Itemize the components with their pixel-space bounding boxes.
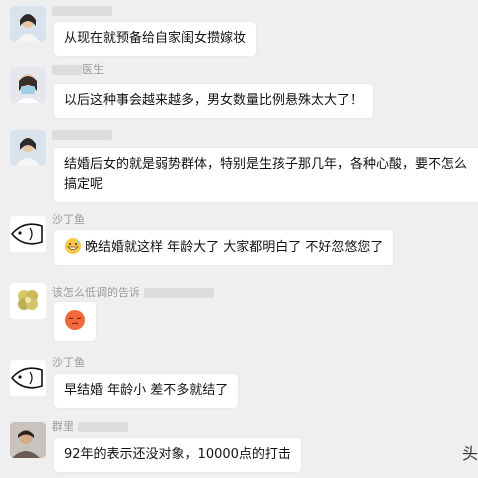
grinning-sweat-emoji bbox=[64, 237, 82, 255]
sender-name bbox=[52, 4, 112, 17]
message-bubble[interactable]: 以后这种事会越来越多，男女数量比例悬殊太大了！ bbox=[54, 84, 374, 118]
sender-name: 医生 bbox=[52, 61, 104, 77]
message-bubble[interactable]: 早结婚 年龄小 差不多就结了 bbox=[54, 374, 239, 408]
sender-name: 该怎么低调的告诉 bbox=[52, 284, 214, 300]
message-bubble[interactable]: 92年的表示还没对象，10000点的打击 bbox=[54, 438, 301, 472]
message-bubble[interactable]: 结婚后女的就是弱势群体，特别是生孩子那几年，各种心酸，要不怎么 搞定呢 bbox=[54, 148, 478, 202]
sender-name: 群里 bbox=[52, 418, 128, 434]
message-bubble[interactable]: 晚结婚就这样 年龄大了 大家都明白了 不好忽悠您了 bbox=[54, 230, 394, 265]
avatar[interactable] bbox=[10, 6, 46, 42]
sender-name: 沙丁鱼 bbox=[52, 356, 85, 369]
sender-name: 沙丁鱼 bbox=[52, 213, 85, 226]
avatar[interactable] bbox=[10, 283, 46, 319]
avatar[interactable] bbox=[10, 422, 46, 458]
avatar[interactable] bbox=[10, 360, 46, 396]
watermark: 头 bbox=[461, 444, 478, 463]
message-bubble[interactable] bbox=[54, 302, 96, 341]
message-bubble[interactable]: 从现在就预备给自家闺女攒嫁妆 bbox=[54, 22, 257, 56]
avatar[interactable] bbox=[10, 216, 46, 252]
sender-name bbox=[52, 128, 112, 141]
sad-face-emoji bbox=[64, 309, 86, 331]
avatar[interactable] bbox=[10, 67, 46, 103]
avatar[interactable] bbox=[10, 130, 46, 166]
